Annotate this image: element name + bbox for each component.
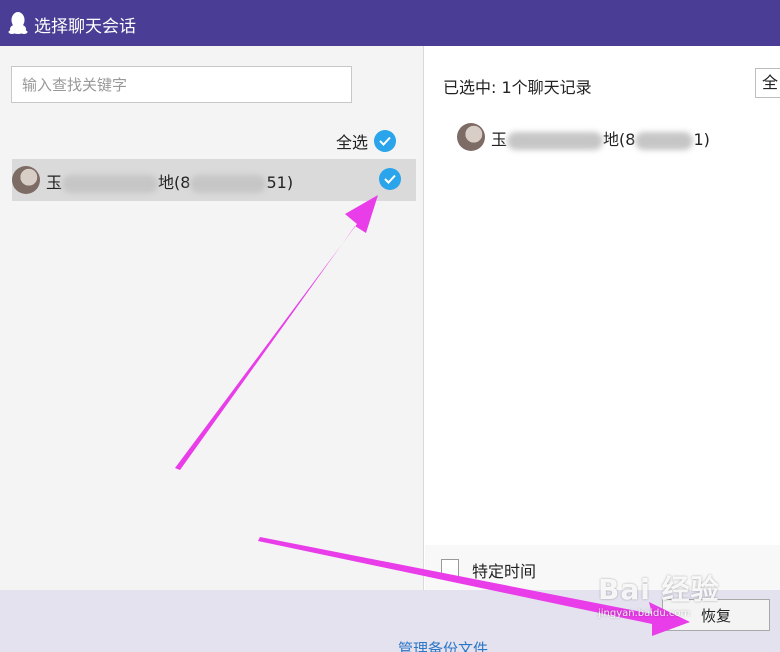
avatar [457,123,485,151]
avatar [12,166,40,194]
select-all-toggle[interactable]: 全选 [336,129,397,153]
window-title: 选择聊天会话 [34,17,136,37]
select-all-button[interactable]: 全 [755,68,780,98]
contact-name-mid: 地(8 [158,173,191,192]
baidu-jingyan-watermark: Bai 经验 jingyan.baidu.com [598,568,768,628]
contact-name: 玉 地(8 51) [46,169,293,193]
selection-summary: 已选中: 1个聊天记录 [443,78,592,97]
search-input[interactable] [11,66,352,103]
redacted-blur [62,174,159,193]
title-bar: 选择聊天会话 [0,0,780,46]
selected-name-end: 1) [693,130,710,149]
selected-contact-name: 玉 地(8 1) [491,126,710,150]
check-icon[interactable] [379,168,401,190]
manage-backup-link[interactable]: 管理备份文件 [398,640,488,652]
selected-panel: 已选中: 1个聊天记录 全 玉 地(8 1) [425,46,780,544]
specific-time-label: 特定时间 [472,562,537,581]
watermark-logo-text: Bai 经验 [598,573,720,606]
conversation-row[interactable]: 玉 地(8 51) [12,159,416,201]
redacted-blur [635,131,694,150]
watermark-url: jingyan.baidu.com [598,608,691,619]
selected-name-start: 玉 [491,130,508,149]
selected-name-mid: 地(8 [603,130,636,149]
contact-name-start: 玉 [46,173,63,192]
redacted-blur [507,131,604,150]
check-icon[interactable] [374,130,397,152]
qq-penguin-icon [8,12,28,34]
conversation-list-panel: 全选 玉 地(8 51) [0,46,424,590]
select-all-label: 全选 [336,133,369,152]
specific-time-checkbox[interactable] [441,559,459,577]
redacted-blur [190,174,267,193]
selected-item: 玉 地(8 1) [457,120,767,154]
contact-name-end: 51) [266,173,294,192]
